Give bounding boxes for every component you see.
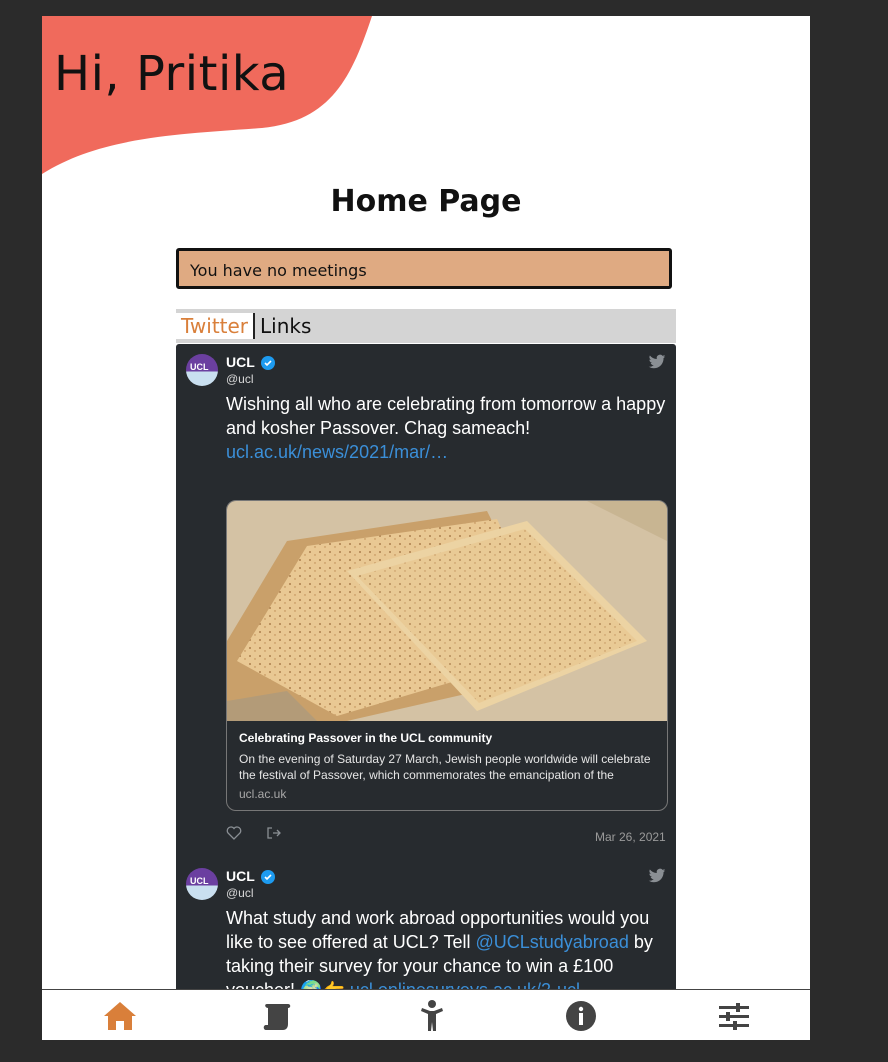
scroll-icon[interactable] (260, 998, 296, 1034)
heart-icon[interactable] (226, 826, 242, 840)
link-card[interactable]: Celebrating Passover in the UCL communit… (226, 500, 668, 811)
sliders-icon[interactable] (716, 998, 752, 1034)
tweet-handle[interactable]: @ucl (226, 372, 254, 386)
tweet-mention[interactable]: @UCLstudyabroad (475, 932, 628, 952)
app-screen: Hi, Pritika Home Page You have no meetin… (42, 16, 810, 1040)
feed-tabs: Twitter Links (176, 309, 676, 343)
person-icon[interactable] (414, 998, 450, 1034)
share-icon[interactable] (266, 826, 282, 840)
tweet-link[interactable]: ucl.ac.uk/news/2021/mar/… (226, 442, 448, 462)
card-image (227, 501, 667, 721)
page-title: Home Page (330, 184, 522, 219)
home-icon[interactable] (102, 998, 138, 1034)
twitter-bird-icon[interactable] (648, 868, 666, 884)
card-title: Celebrating Passover in the UCL communit… (239, 731, 493, 745)
twitter-bird-icon[interactable] (648, 354, 666, 370)
avatar[interactable]: UCL (186, 354, 218, 386)
card-description: On the evening of Saturday 27 March, Jew… (239, 752, 651, 782)
info-icon[interactable] (563, 998, 599, 1034)
avatar[interactable]: UCL (186, 868, 218, 900)
verified-icon (261, 870, 275, 884)
avatar-label: UCL (190, 876, 209, 886)
avatar-label: UCL (190, 362, 209, 372)
bottom-nav (42, 989, 810, 1040)
tweet-date[interactable]: Mar 26, 2021 (595, 830, 666, 844)
tab-twitter[interactable]: Twitter (176, 313, 254, 339)
meetings-status: You have no meetings (176, 248, 672, 289)
tweet-author[interactable]: UCL (226, 868, 255, 884)
twitter-feed[interactable]: UCL UCL @ucl Wishing all who are celebra… (176, 344, 676, 994)
tweet-author[interactable]: UCL (226, 354, 255, 370)
tweet-body: Wishing all who are celebrating from tom… (226, 394, 666, 438)
tweet-handle[interactable]: @ucl (226, 886, 254, 900)
card-domain: ucl.ac.uk (239, 787, 287, 801)
verified-icon (261, 356, 275, 370)
greeting: Hi, Pritika (54, 46, 290, 102)
tab-links[interactable]: Links (255, 313, 316, 339)
tweet-text: What study and work abroad opportunities… (226, 906, 666, 994)
tweet-text: Wishing all who are celebrating from tom… (226, 392, 666, 464)
